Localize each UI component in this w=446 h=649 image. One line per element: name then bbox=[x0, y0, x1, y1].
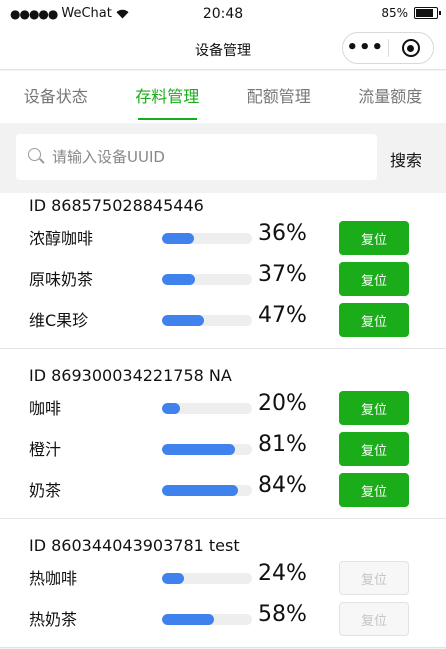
more-menu-button[interactable]: ••• bbox=[343, 32, 388, 64]
item-name: 咖啡 bbox=[29, 399, 62, 418]
reset-button[interactable]: 复位 bbox=[339, 602, 409, 636]
status-time: 20:48 bbox=[202, 6, 244, 22]
stock-percent: 84% bbox=[258, 473, 307, 498]
stock-progress-bar bbox=[162, 573, 252, 584]
search-icon bbox=[28, 148, 46, 166]
stock-progress-fill bbox=[162, 233, 195, 244]
stock-progress-fill bbox=[162, 444, 235, 455]
reset-button[interactable]: 复位 bbox=[339, 262, 409, 296]
device-card: ID 868575028845446 浓醇咖啡 36% 复位 原味奶茶 37% … bbox=[0, 193, 446, 349]
target-icon bbox=[401, 39, 420, 57]
tab-device-status[interactable]: 设备状态 bbox=[0, 71, 112, 123]
reset-button[interactable]: 复位 bbox=[339, 432, 409, 466]
search-box bbox=[16, 134, 377, 180]
stock-progress-fill bbox=[162, 573, 184, 584]
item-name: 热奶茶 bbox=[29, 610, 78, 629]
battery-icon bbox=[414, 7, 441, 19]
stock-progress-bar bbox=[162, 274, 252, 285]
search-button[interactable]: 搜索 bbox=[390, 147, 422, 171]
search-area: 搜索 bbox=[0, 123, 446, 193]
status-bar: ●●●●● WeChat 20:48 85% bbox=[0, 0, 446, 28]
stock-progress-fill bbox=[162, 315, 205, 326]
stock-progress-fill bbox=[162, 274, 196, 285]
device-card: ID 869300034221758 NA 咖啡 20% 复位 橙汁 81% 复… bbox=[0, 349, 446, 519]
stock-progress-bar bbox=[162, 614, 252, 625]
stock-row: 奶茶 84% 复位 bbox=[0, 469, 446, 510]
reset-button[interactable]: 复位 bbox=[339, 221, 409, 255]
device-id: ID 868575028845446 bbox=[29, 196, 204, 215]
battery-fill bbox=[416, 9, 433, 17]
stock-row: 橙汁 81% 复位 bbox=[0, 428, 446, 469]
stock-percent: 58% bbox=[258, 602, 307, 627]
nav-bar: 设备管理 ••• bbox=[0, 28, 446, 70]
status-right: 85% bbox=[381, 6, 441, 20]
stock-row: 浓醇咖啡 36% 复位 bbox=[0, 217, 446, 258]
stock-progress-bar bbox=[162, 444, 252, 455]
stock-percent: 81% bbox=[258, 432, 307, 457]
stock-progress-bar bbox=[162, 485, 252, 496]
item-name: 原味奶茶 bbox=[29, 270, 94, 289]
item-name: 维C果珍 bbox=[29, 311, 89, 330]
reset-button[interactable]: 复位 bbox=[339, 473, 409, 507]
device-card: ID 860344043903781 test 热咖啡 24% 复位 热奶茶 5… bbox=[0, 519, 446, 648]
stock-percent: 47% bbox=[258, 303, 307, 328]
close-miniprogram-button[interactable] bbox=[389, 39, 434, 57]
stock-progress-fill bbox=[162, 485, 238, 496]
device-id: ID 869300034221758 NA bbox=[29, 366, 232, 385]
reset-button[interactable]: 复位 bbox=[339, 303, 409, 337]
tab-quota-management[interactable]: 配额管理 bbox=[223, 71, 335, 123]
battery-percent: 85% bbox=[381, 6, 408, 20]
item-name: 浓醇咖啡 bbox=[29, 229, 94, 248]
stock-row: 热奶茶 58% 复位 bbox=[0, 598, 446, 639]
stock-percent: 36% bbox=[258, 221, 307, 246]
stock-progress-bar bbox=[162, 403, 252, 414]
reset-button[interactable]: 复位 bbox=[339, 561, 409, 595]
device-id: ID 860344043903781 test bbox=[29, 536, 240, 555]
stock-progress-bar bbox=[162, 315, 252, 326]
stock-row: 原味奶茶 37% 复位 bbox=[0, 258, 446, 299]
stock-progress-fill bbox=[162, 403, 180, 414]
item-name: 奶茶 bbox=[29, 481, 62, 500]
device-list: ID 868575028845446 浓醇咖啡 36% 复位 原味奶茶 37% … bbox=[0, 193, 446, 648]
item-name: 橙汁 bbox=[29, 440, 62, 459]
miniprogram-capsule: ••• bbox=[342, 32, 434, 64]
stock-percent: 24% bbox=[258, 561, 307, 586]
tab-stock-management[interactable]: 存料管理 bbox=[112, 71, 224, 123]
tab-traffic-quota[interactable]: 流量额度 bbox=[335, 71, 446, 123]
stock-percent: 20% bbox=[258, 391, 307, 416]
search-input[interactable] bbox=[52, 148, 352, 166]
stock-row: 热咖啡 24% 复位 bbox=[0, 557, 446, 598]
tab-bar: 设备状态 存料管理 配额管理 流量额度 bbox=[0, 71, 446, 123]
stock-row: 咖啡 20% 复位 bbox=[0, 387, 446, 428]
stock-row: 维C果珍 47% 复位 bbox=[0, 299, 446, 340]
stock-percent: 37% bbox=[258, 262, 307, 287]
stock-progress-fill bbox=[162, 614, 215, 625]
item-name: 热咖啡 bbox=[29, 569, 78, 588]
stock-progress-bar bbox=[162, 233, 252, 244]
reset-button[interactable]: 复位 bbox=[339, 391, 409, 425]
